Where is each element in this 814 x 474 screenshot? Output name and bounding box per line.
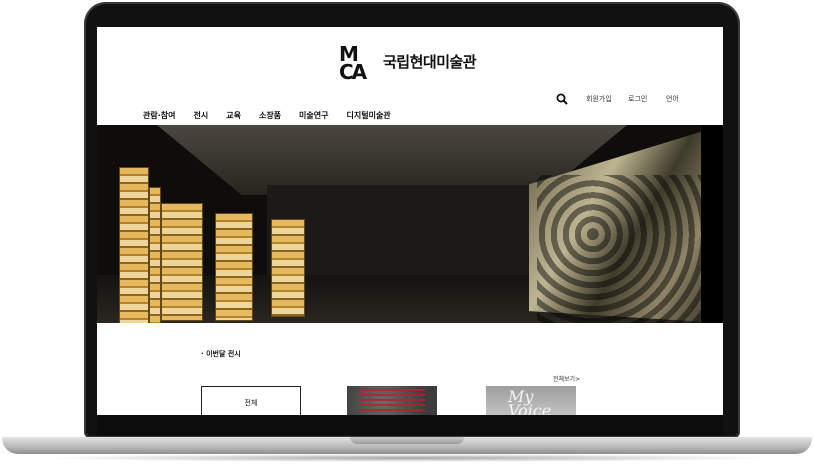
screen-bezel xyxy=(97,415,723,435)
main-navigation: 관람·참여 전시 교육 소장품 미술연구 디지털미술관 xyxy=(143,110,409,121)
light-cabinet xyxy=(149,187,161,323)
projection-crowd xyxy=(537,175,723,323)
nav-item-digital[interactable]: 디지털미술관 xyxy=(347,110,391,121)
thumbnail-title: My Voice xyxy=(508,387,552,416)
light-cabinet xyxy=(271,219,305,317)
nav-item-visit[interactable]: 관람·참여 xyxy=(143,110,175,121)
hero-banner-image[interactable] xyxy=(97,125,723,323)
join-link[interactable]: 회원가입 xyxy=(586,94,612,104)
light-cabinet xyxy=(215,213,253,321)
logo-mark: M CA xyxy=(339,42,367,84)
login-link[interactable]: 로그인 xyxy=(628,94,647,104)
thumbnail-red-text-graphic xyxy=(359,389,425,413)
laptop-notch xyxy=(350,437,464,444)
site-logo[interactable]: M CA 국립현대미술관 xyxy=(339,41,477,84)
tab-all-label: 전체 xyxy=(244,399,258,407)
search-icon[interactable] xyxy=(556,93,568,105)
nav-item-research[interactable]: 미술연구 xyxy=(299,110,328,121)
hero-edge xyxy=(701,125,723,323)
exhibition-thumbnail[interactable] xyxy=(347,386,437,415)
site-name: 국립현대미술관 xyxy=(383,52,477,71)
nav-item-education[interactable]: 교육 xyxy=(226,110,241,121)
light-cabinet xyxy=(161,203,203,321)
browser-viewport: M CA 국립현대미술관 회원가입 로그인 언어 관람·참여 전시 교육 소장품… xyxy=(97,27,723,415)
section-title: · 이번달 전시 xyxy=(201,350,241,358)
laptop-shadow xyxy=(40,454,774,462)
light-cabinet xyxy=(119,167,149,323)
view-all-link[interactable]: 전체보기> xyxy=(553,374,580,383)
exhibition-thumbnail[interactable]: My Voice xyxy=(486,386,576,415)
language-link[interactable]: 언어 xyxy=(666,94,679,104)
nav-item-exhibition[interactable]: 전시 xyxy=(193,110,208,121)
tab-all-button[interactable]: 전체 xyxy=(201,386,301,415)
nav-item-collection[interactable]: 소장품 xyxy=(259,110,281,121)
